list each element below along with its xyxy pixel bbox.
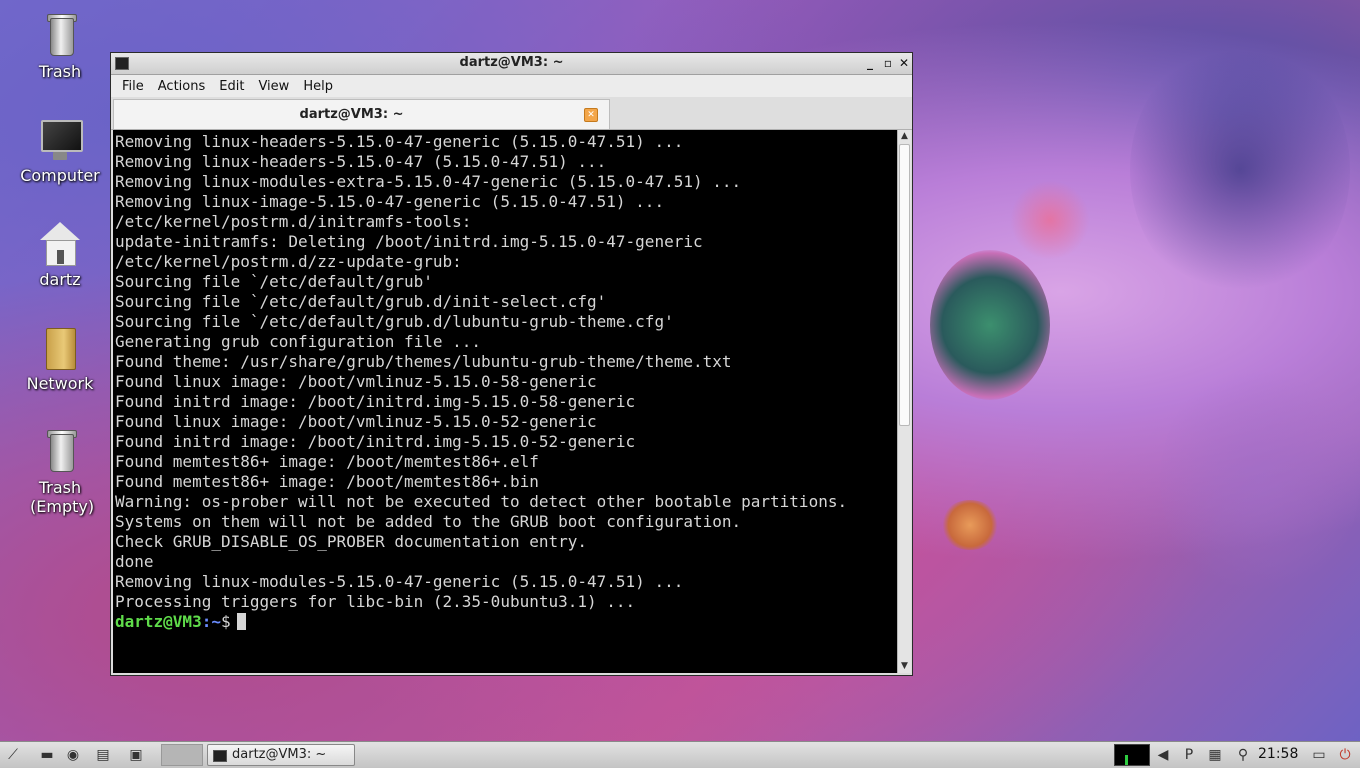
home-folder-icon <box>36 220 84 268</box>
terminal-line: Found initrd image: /boot/initrd.img-5.1… <box>115 432 636 451</box>
tab-terminal[interactable]: dartz@VM3: ~ ✕ <box>113 99 610 129</box>
menu-file[interactable]: File <box>115 79 151 94</box>
file-manager-icon[interactable]: ▤ <box>94 746 112 764</box>
desktop-icon-label: Computer <box>20 166 100 185</box>
prompt-path: :~ <box>201 612 221 631</box>
search-icon[interactable]: ⚲ <box>1234 746 1252 764</box>
prompt-user: dartz@VM3 <box>115 612 202 631</box>
terminal-line: /etc/kernel/postrm.d/zz-update-grub: <box>115 252 462 271</box>
terminal-line: Found memtest86+ image: /boot/memtest86+… <box>115 472 539 491</box>
clipboard-icon[interactable]: P <box>1180 746 1198 764</box>
menu-bar: File Actions Edit View Help <box>111 75 912 97</box>
lock-screen-icon[interactable]: ▭ <box>1310 746 1328 764</box>
desktop-icon-label: dartz <box>39 270 81 289</box>
wallpaper-light-shape <box>1160 360 1360 600</box>
prompt-symbol: $ <box>220 612 231 631</box>
network-tray-icon[interactable]: ▦ <box>1206 746 1224 764</box>
close-button[interactable]: ✕ <box>896 55 912 71</box>
terminal-line: Warning: os-prober will not be executed … <box>115 492 848 511</box>
terminal-line: Removing linux-modules-extra-5.15.0-47-g… <box>115 172 742 191</box>
terminal-prompt[interactable]: dartz@VM3:~$ <box>115 612 246 631</box>
terminal-line: Found initrd image: /boot/initrd.img-5.1… <box>115 392 636 411</box>
wallpaper-accent-shape <box>940 500 1000 550</box>
desktop-icon-network[interactable]: Network <box>10 324 110 393</box>
terminal-line: Removing linux-headers-5.15.0-47-generic… <box>115 132 684 151</box>
network-folder-icon <box>36 324 84 372</box>
terminal-line: Removing linux-image-5.15.0-47-generic (… <box>115 192 665 211</box>
window-titlebar[interactable]: dartz@VM3: ~ _ ▫ ✕ <box>111 53 912 75</box>
terminal-output[interactable]: Removing linux-headers-5.15.0-47-generic… <box>113 130 897 673</box>
minimize-button[interactable]: _ <box>862 55 878 71</box>
menu-actions[interactable]: Actions <box>151 79 213 94</box>
tab-close-icon[interactable]: ✕ <box>584 108 598 122</box>
tray-arrow-icon[interactable]: ◀ <box>1154 746 1172 764</box>
terminal-launcher-icon[interactable]: ▣ <box>127 746 145 764</box>
desktop-icon-label: Trash <box>38 62 82 81</box>
terminal-icon <box>213 750 227 762</box>
desktop-icon-computer[interactable]: Computer <box>10 116 110 185</box>
terminal-line: Found theme: /usr/share/grub/themes/lubu… <box>115 352 732 371</box>
terminal-line: Sourcing file `/etc/default/grub.d/init-… <box>115 292 607 311</box>
scrollbar-thumb[interactable] <box>899 144 910 426</box>
terminal-line: Generating grub configuration file ... <box>115 332 482 351</box>
terminal-window[interactable]: dartz@VM3: ~ _ ▫ ✕ File Actions Edit Vie… <box>110 52 913 676</box>
computer-icon <box>36 116 84 164</box>
desktop-icon-trash-empty[interactable]: Trash (Empty) <box>10 428 110 516</box>
text-cursor <box>236 613 246 630</box>
terminal-line: Found memtest86+ image: /boot/memtest86+… <box>115 452 539 471</box>
clock[interactable]: 21:58 <box>1258 746 1298 762</box>
terminal-line: Processing triggers for libc-bin (2.35-0… <box>115 592 636 611</box>
desktop-icon-label: Network <box>26 374 94 393</box>
terminal-line: Systems on them will not be added to the… <box>115 512 742 531</box>
terminal-text: Removing linux-headers-5.15.0-47-generic… <box>113 130 897 632</box>
workspace-switcher[interactable] <box>161 744 203 766</box>
terminal-line: Sourcing file `/etc/default/grub.d/lubun… <box>115 312 674 331</box>
terminal-line: Found linux image: /boot/vmlinuz-5.15.0-… <box>115 412 597 431</box>
desktop-icon-label: Trash (Empty) <box>30 478 95 516</box>
vertical-scrollbar[interactable]: ▲ ▼ <box>897 130 911 673</box>
menu-view[interactable]: View <box>251 79 296 94</box>
terminal-line: /etc/kernel/postrm.d/initramfs-tools: <box>115 212 472 231</box>
terminal-line: Check GRUB_DISABLE_OS_PROBER documentati… <box>115 532 588 551</box>
taskbar-task-label: dartz@VM3: ~ <box>232 747 327 762</box>
cpu-monitor[interactable] <box>1114 744 1150 766</box>
power-icon[interactable]: ⏻ <box>1336 746 1354 764</box>
browser-icon[interactable]: ◉ <box>64 746 82 764</box>
terminal-line: Sourcing file `/etc/default/grub' <box>115 272 433 291</box>
tab-bar: dartz@VM3: ~ ✕ <box>111 97 912 130</box>
wallpaper-shadow-shape <box>1130 40 1350 300</box>
scroll-up-icon[interactable]: ▲ <box>898 130 911 143</box>
tab-label: dartz@VM3: ~ <box>299 107 404 122</box>
trash-icon <box>36 428 84 476</box>
desktop-icon-home[interactable]: dartz <box>10 220 110 289</box>
menu-help[interactable]: Help <box>296 79 340 94</box>
terminal-line: update-initramfs: Deleting /boot/initrd.… <box>115 232 703 251</box>
wallpaper-eye-shape <box>930 250 1050 400</box>
terminal-line: Removing linux-headers-5.15.0-47 (5.15.0… <box>115 152 607 171</box>
terminal-line: Found linux image: /boot/vmlinuz-5.15.0-… <box>115 372 597 391</box>
menu-edit[interactable]: Edit <box>212 79 251 94</box>
terminal-line: done <box>115 552 154 571</box>
taskbar: ⟋ ▬ ◉ ▤ ▣ dartz@VM3: ~ ◀ P ▦ ⚲ 21:58 ▭ ⏻ <box>0 741 1360 768</box>
wallpaper-cheek-shape <box>1010 180 1090 260</box>
taskbar-task-terminal[interactable]: dartz@VM3: ~ <box>207 744 355 766</box>
show-desktop-icon[interactable]: ▬ <box>38 746 56 764</box>
scroll-down-icon[interactable]: ▼ <box>898 660 911 673</box>
terminal-line: Removing linux-modules-5.15.0-47-generic… <box>115 572 684 591</box>
window-title: dartz@VM3: ~ <box>459 55 564 70</box>
desktop-icon-trash[interactable]: Trash <box>10 12 110 81</box>
start-menu-icon[interactable]: ⟋ <box>4 746 22 764</box>
maximize-button[interactable]: ▫ <box>880 55 896 71</box>
trash-icon <box>36 12 84 60</box>
